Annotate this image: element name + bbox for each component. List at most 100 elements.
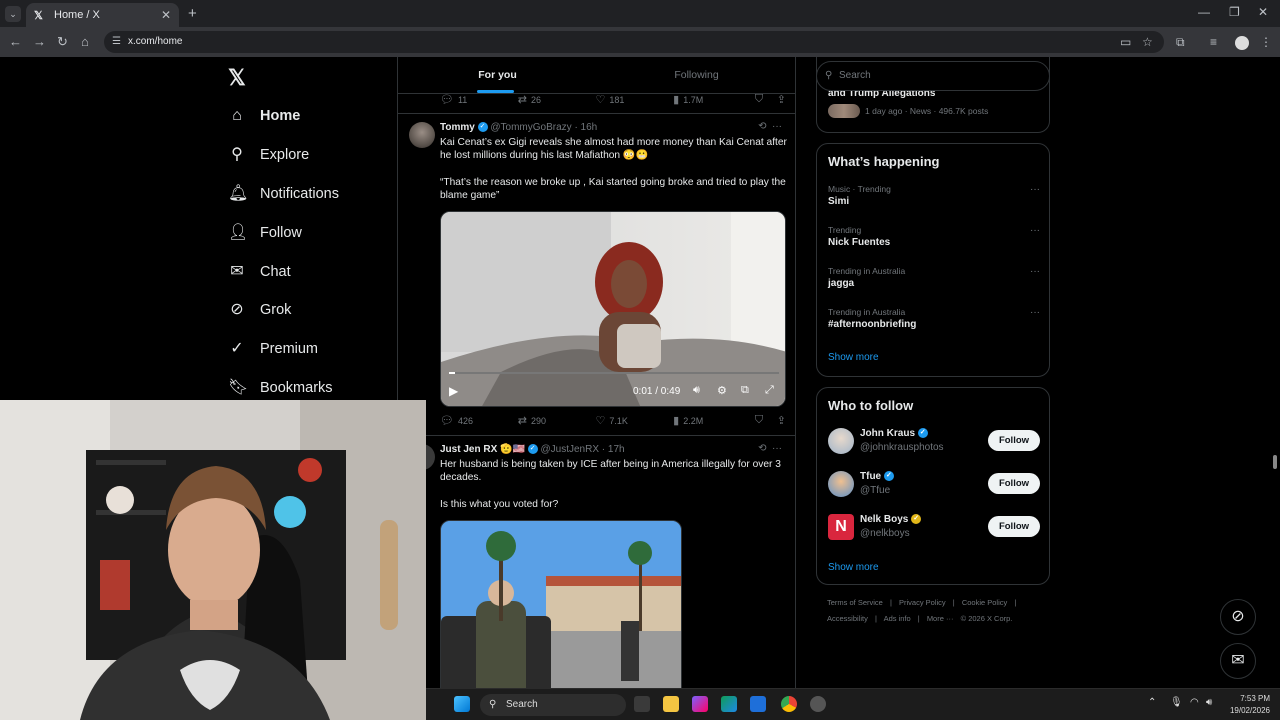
edge-icon[interactable] [721, 696, 737, 712]
menu-kebab-icon[interactable]: ⋮ [1260, 35, 1272, 49]
taskbar-search[interactable]: ⚲ Search [480, 694, 626, 716]
pip-icon[interactable]: ⧉ [741, 384, 749, 397]
reply-button[interactable]: 💬︎ 11 [440, 93, 518, 106]
back-icon[interactable]: ← [9, 34, 22, 49]
repost-button[interactable]: ⇄ 26 [518, 93, 596, 106]
nav-home[interactable]: ⌂ Home [228, 101, 300, 131]
author-name[interactable]: Tommy [440, 122, 475, 133]
nav-notifications[interactable]: 🔔︎ Notifications [228, 179, 339, 209]
tab-following[interactable]: Following [597, 57, 796, 93]
scroll-thumb[interactable] [1273, 455, 1277, 469]
terms-link[interactable]: Terms of Service [827, 598, 883, 607]
close-tab-icon[interactable]: ✕ [161, 8, 171, 22]
reading-list-icon[interactable]: ≡ [1210, 35, 1217, 49]
author-name[interactable]: Just Jen RX 🫡🇺🇸 [440, 444, 525, 455]
volume-icon[interactable]: 🔊︎ [1206, 697, 1212, 708]
tweet-time[interactable]: · 17h [602, 444, 625, 455]
nav-chat[interactable]: ✉ Chat [228, 257, 290, 287]
follow-button[interactable]: Follow [988, 516, 1040, 537]
tab-for-you[interactable]: For you [398, 57, 597, 93]
show-more-link[interactable]: Show more [828, 352, 879, 363]
views-button[interactable]: ▮ 2.2M [673, 414, 755, 427]
avatar[interactable] [828, 428, 854, 454]
trend-item[interactable]: Trending Nick Fuentes ··· [828, 225, 1040, 248]
address-bar[interactable]: ☰ x.com/home [104, 31, 1164, 53]
privacy-link[interactable]: Privacy Policy [899, 598, 946, 607]
more-icon[interactable]: ··· [1030, 266, 1040, 277]
trend-item[interactable]: Trending in Australia #afternoonbriefing… [828, 307, 1040, 330]
repost-button[interactable]: ⇄ 290 [518, 414, 596, 427]
follow-suggestion[interactable]: Tfue ✓ @Tfue Follow [828, 471, 1040, 501]
share-button[interactable]: ⇪ [777, 93, 790, 106]
follow-button[interactable]: Follow [988, 473, 1040, 494]
windows-start-icon[interactable] [454, 696, 470, 712]
more-link[interactable]: More ··· [927, 614, 954, 623]
like-button[interactable]: ♡ 181 [595, 93, 673, 106]
like-button[interactable]: ♡ 7.1K [595, 414, 673, 427]
trend-item[interactable]: Music · Trending Simi ··· [828, 184, 1040, 207]
reply-button[interactable]: 💬︎ 426 [440, 414, 518, 427]
restore-icon[interactable]: ❐ [1229, 5, 1240, 19]
page-scrollbar[interactable] [1270, 57, 1280, 720]
system-clock[interactable]: 7:53 PM 19/02/2026 [1230, 693, 1270, 717]
bookmark-button[interactable]: ⛉ [755, 414, 777, 427]
accessibility-link[interactable]: Accessibility [827, 614, 868, 623]
settings-icon[interactable]: ⚙ [717, 384, 727, 397]
nav-follow[interactable]: 👤︎ Follow [228, 218, 302, 248]
ads-info-link[interactable]: Ads info [884, 614, 911, 623]
x-logo-icon[interactable]: 𝕏 [228, 65, 246, 91]
more-icon[interactable]: ··· [1030, 225, 1040, 236]
more-options-icon[interactable]: ⟲ ··· [758, 121, 782, 132]
fullscreen-icon[interactable]: ⤢ [765, 384, 774, 397]
tab-search-button[interactable]: ⌄ [5, 6, 21, 22]
reload-icon[interactable]: ↻ [57, 34, 68, 50]
show-more-link[interactable]: Show more [828, 562, 879, 573]
bookmark-button[interactable]: ⛉ [755, 93, 777, 106]
follow-suggestion[interactable]: John Kraus ✓ @johnkrausphotos Follow [828, 428, 1040, 458]
file-explorer-icon[interactable] [663, 696, 679, 712]
messages-fab-icon[interactable]: ✉ [1220, 643, 1256, 679]
nav-bookmarks[interactable]: 🔖︎ Bookmarks [228, 373, 333, 403]
author-handle[interactable]: @JustJenRX [540, 444, 599, 455]
task-view-icon[interactable] [634, 696, 650, 712]
follow-suggestion[interactable]: N Nelk Boys ✓ @nelkboys Follow [828, 514, 1040, 544]
site-info-icon[interactable]: ☰ [112, 31, 121, 53]
forward-icon[interactable]: → [33, 34, 46, 49]
tweet-time[interactable]: · 16h [574, 122, 597, 133]
wifi-icon[interactable]: ◠ [1190, 697, 1199, 708]
avatar[interactable] [828, 471, 854, 497]
browser-tab[interactable]: 𝕏 Home / X ✕ [26, 3, 179, 27]
tweet[interactable]: Just Jen RX 🫡🇺🇸 ✓ @JustJenRX · 17h ⟲ ···… [398, 436, 796, 720]
play-icon[interactable]: ▶ [449, 384, 458, 398]
cast-icon[interactable]: ▭ [1120, 35, 1131, 49]
author-handle[interactable]: @TommyGoBrazy [490, 122, 571, 133]
close-window-icon[interactable]: ✕ [1258, 5, 1268, 19]
new-tab-button[interactable]: + [188, 5, 197, 22]
outlook-icon[interactable] [750, 696, 766, 712]
avatar[interactable] [409, 122, 435, 148]
copilot-icon[interactable] [692, 696, 708, 712]
volume-icon[interactable]: 🔊︎ [693, 384, 700, 397]
more-icon[interactable]: ··· [1030, 307, 1040, 318]
minimize-icon[interactable]: — [1198, 5, 1210, 19]
more-options-icon[interactable]: ⟲ ··· [758, 443, 782, 454]
nav-premium[interactable]: ✓ Premium [228, 334, 318, 364]
chrome-icon[interactable] [781, 696, 797, 712]
extensions-icon[interactable]: ⧉ [1176, 35, 1185, 50]
share-button[interactable]: ⇪ [777, 414, 790, 427]
search-input[interactable]: ⚲ Search [816, 61, 1050, 91]
tray-chevron-icon[interactable]: ⌃ [1148, 697, 1156, 708]
nav-explore[interactable]: ⚲ Explore [228, 140, 309, 170]
views-button[interactable]: ▮ 1.7M [673, 93, 755, 106]
tweet[interactable]: Tommy ✓ @TommyGoBrazy · 16h ⟲ ··· Kai Ce… [398, 114, 796, 435]
home-browser-icon[interactable]: ⌂ [81, 34, 89, 49]
bookmark-star-icon[interactable]: ☆ [1142, 35, 1153, 49]
video-player[interactable]: ▶ 0:01 / 0:49 🔊︎ ⚙ ⧉ ⤢ [440, 211, 786, 407]
nav-grok[interactable]: ⊘ Grok [228, 295, 291, 325]
follow-button[interactable]: Follow [988, 430, 1040, 451]
app-icon[interactable] [810, 696, 826, 712]
microphone-icon[interactable]: 🎙︎ [1170, 697, 1183, 708]
more-icon[interactable]: ··· [1030, 184, 1040, 195]
trend-item[interactable]: Trending in Australia jagga ··· [828, 266, 1040, 289]
nelk-logo-icon[interactable]: N [828, 514, 854, 540]
